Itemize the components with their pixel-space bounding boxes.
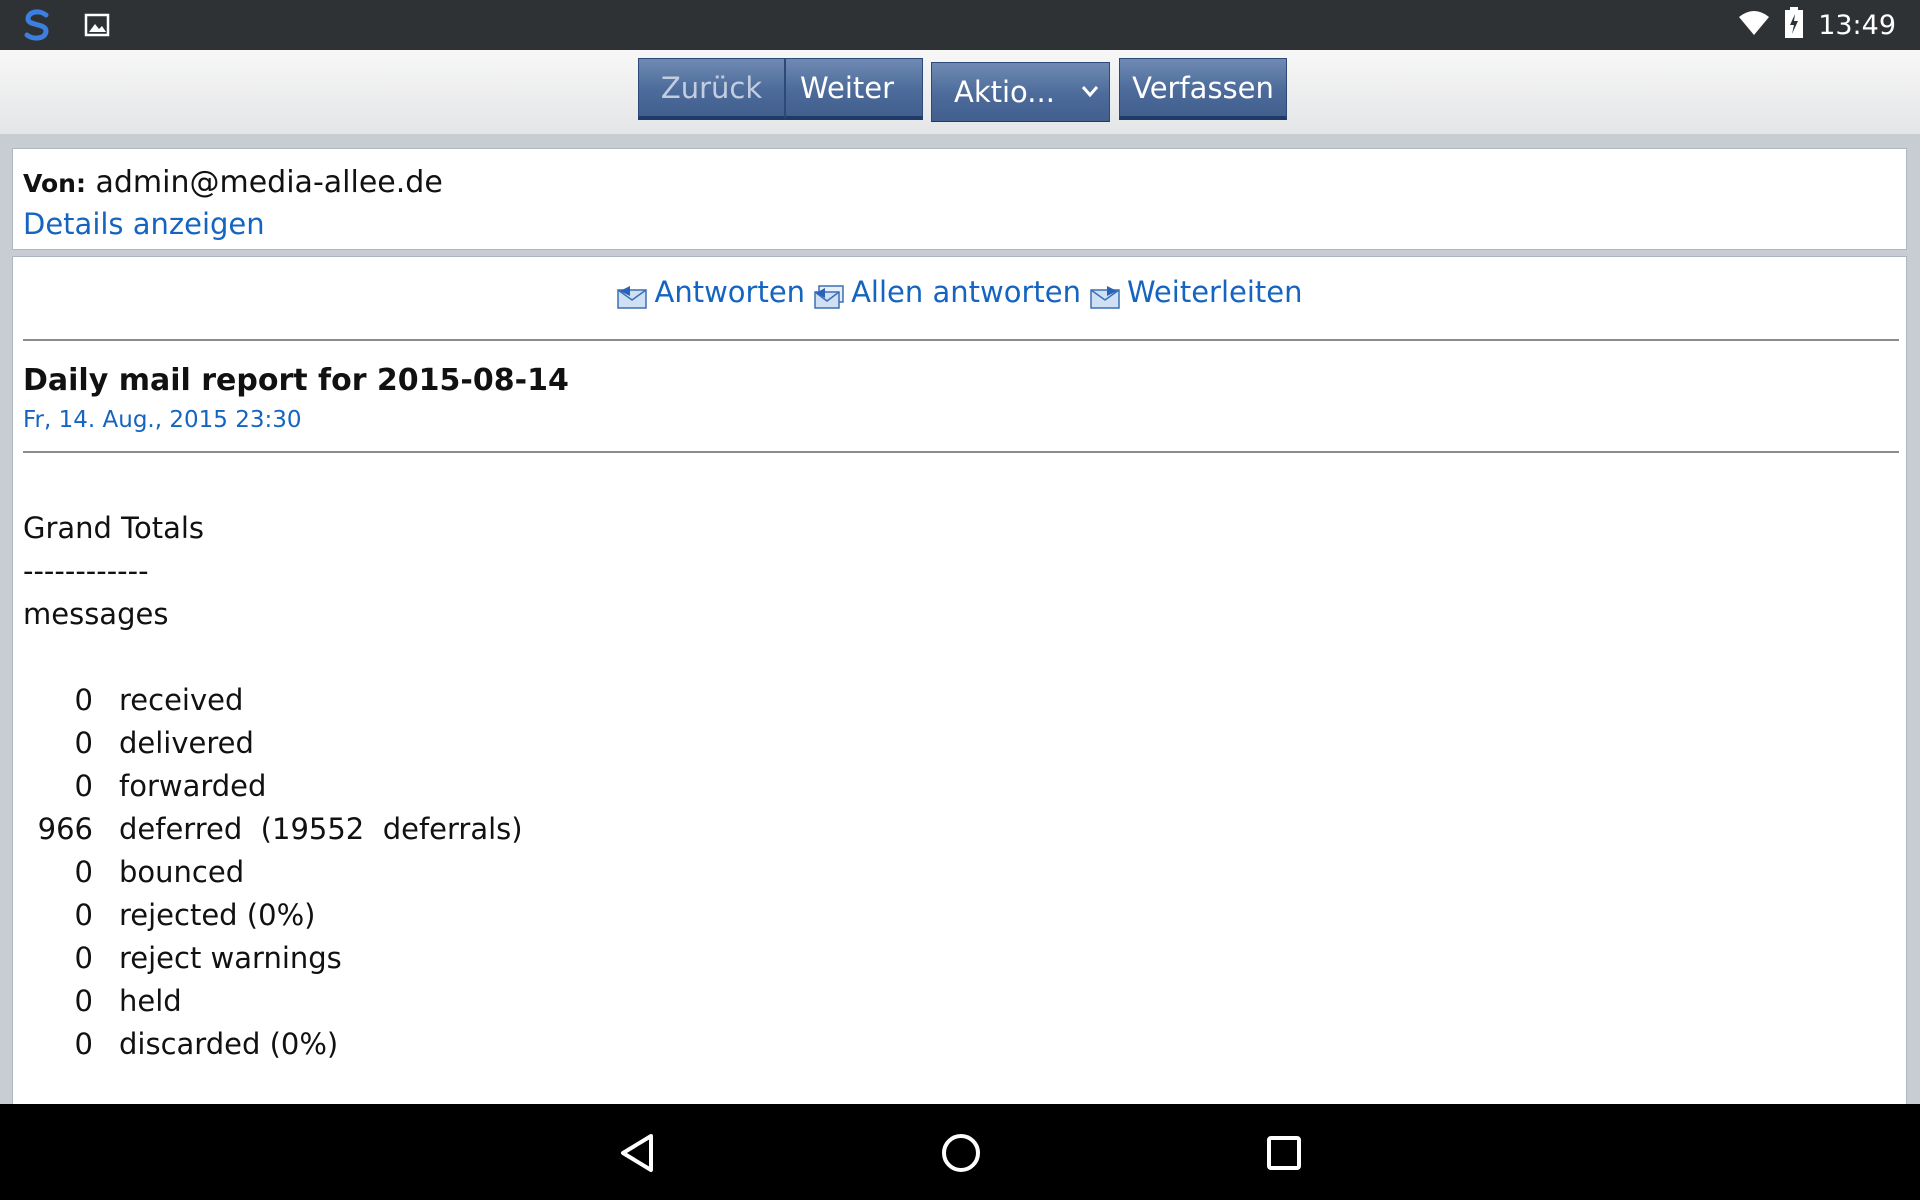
report-row-count: 0	[74, 769, 93, 803]
report-row: 0 forwarded	[23, 765, 523, 808]
image-notification-icon	[84, 12, 110, 42]
compose-button[interactable]: Verfassen	[1119, 58, 1287, 120]
message-view: Von: admin@media-allee.de Details anzeig…	[0, 134, 1920, 1104]
report-section: messages	[23, 597, 169, 631]
report-row: 0 held	[23, 980, 523, 1023]
report-heading: Grand Totals	[23, 511, 205, 545]
report-row-count: 0	[74, 1027, 93, 1061]
reply-all-icon	[813, 283, 845, 309]
home-nav-icon[interactable]	[940, 1132, 982, 1178]
actions-select[interactable]: Aktio...	[931, 62, 1110, 122]
status-bar: 13:49	[0, 0, 1920, 50]
report-row: 0 reject warnings	[23, 937, 523, 980]
battery-charging-icon	[1784, 7, 1804, 43]
back-nav-icon[interactable]	[617, 1132, 657, 1178]
report-row-label: rejected (0%)	[119, 898, 316, 932]
report-row-label: received	[119, 683, 244, 717]
reply-action[interactable]: Antworten	[616, 275, 805, 309]
system-nav-bar	[0, 1104, 1920, 1200]
reply-all-link[interactable]: Allen antworten	[851, 275, 1081, 309]
show-details-link[interactable]: Details anzeigen	[23, 207, 265, 241]
message-body-panel: Antworten Allen antworten Weiterleiten D…	[12, 256, 1907, 1104]
report-row-label: deferred (19552 deferrals)	[119, 812, 523, 846]
report-row: 0 discarded (0%)	[23, 1023, 523, 1066]
reply-link[interactable]: Antworten	[654, 275, 805, 309]
reply-all-action[interactable]: Allen antworten	[813, 275, 1081, 309]
report-row-label: bounced	[119, 855, 245, 889]
report-row-count: 0	[74, 898, 93, 932]
sync-app-icon	[20, 8, 54, 46]
report-row-count: 0	[74, 683, 93, 717]
wifi-icon	[1738, 9, 1770, 41]
message-date: Fr, 14. Aug., 2015 23:30	[23, 407, 302, 433]
clock: 13:49	[1818, 9, 1896, 41]
report-row-label: discarded (0%)	[119, 1027, 339, 1061]
report-row-count: 0	[74, 855, 93, 889]
from-line: Von: admin@media-allee.de	[23, 165, 443, 200]
recents-nav-icon[interactable]	[1266, 1132, 1302, 1178]
report-row: 0 bounced	[23, 851, 523, 894]
report-row: 0 delivered	[23, 722, 523, 765]
next-button[interactable]: Weiter	[785, 58, 923, 120]
chevron-down-icon	[1081, 79, 1099, 104]
actions-select-value: Aktio...	[954, 75, 1055, 109]
back-button[interactable]: Zurück	[638, 58, 785, 120]
from-label: Von:	[23, 169, 86, 198]
sender-panel: Von: admin@media-allee.de Details anzeig…	[12, 148, 1907, 250]
report-row-label: held	[119, 984, 182, 1018]
report-row-count: 0	[74, 726, 93, 760]
message-subject: Daily mail report for 2015-08-14	[23, 363, 569, 398]
report-row-label: reject warnings	[119, 941, 342, 975]
forward-icon	[1089, 283, 1121, 309]
forward-link[interactable]: Weiterleiten	[1127, 275, 1303, 309]
report-row-label: forwarded	[119, 769, 267, 803]
report-row: 966 deferred (19552 deferrals)	[23, 808, 523, 851]
forward-action[interactable]: Weiterleiten	[1089, 275, 1303, 309]
navigation-button-group: Zurück Weiter	[638, 58, 923, 124]
message-actions: Antworten Allen antworten Weiterleiten	[13, 275, 1906, 309]
report-body: Grand Totals ------------ messages 0 rece…	[23, 507, 523, 1066]
divider	[23, 451, 1899, 453]
report-row: 0 received	[23, 679, 523, 722]
divider	[23, 339, 1899, 341]
report-row-count: 0	[74, 984, 93, 1018]
report-rows: 0 received 0 delivered 0 forwarded 966 deferred…	[23, 679, 523, 1066]
reply-icon	[616, 283, 648, 309]
report-row: 0 rejected (0%)	[23, 894, 523, 937]
report-underline: ------------	[23, 554, 149, 588]
report-row-count: 966	[37, 812, 93, 846]
report-row-count: 0	[74, 941, 93, 975]
report-row-label: delivered	[119, 726, 254, 760]
from-address: admin@media-allee.de	[95, 165, 443, 200]
message-toolbar: Zurück Weiter Aktio... Verfassen	[0, 50, 1920, 135]
